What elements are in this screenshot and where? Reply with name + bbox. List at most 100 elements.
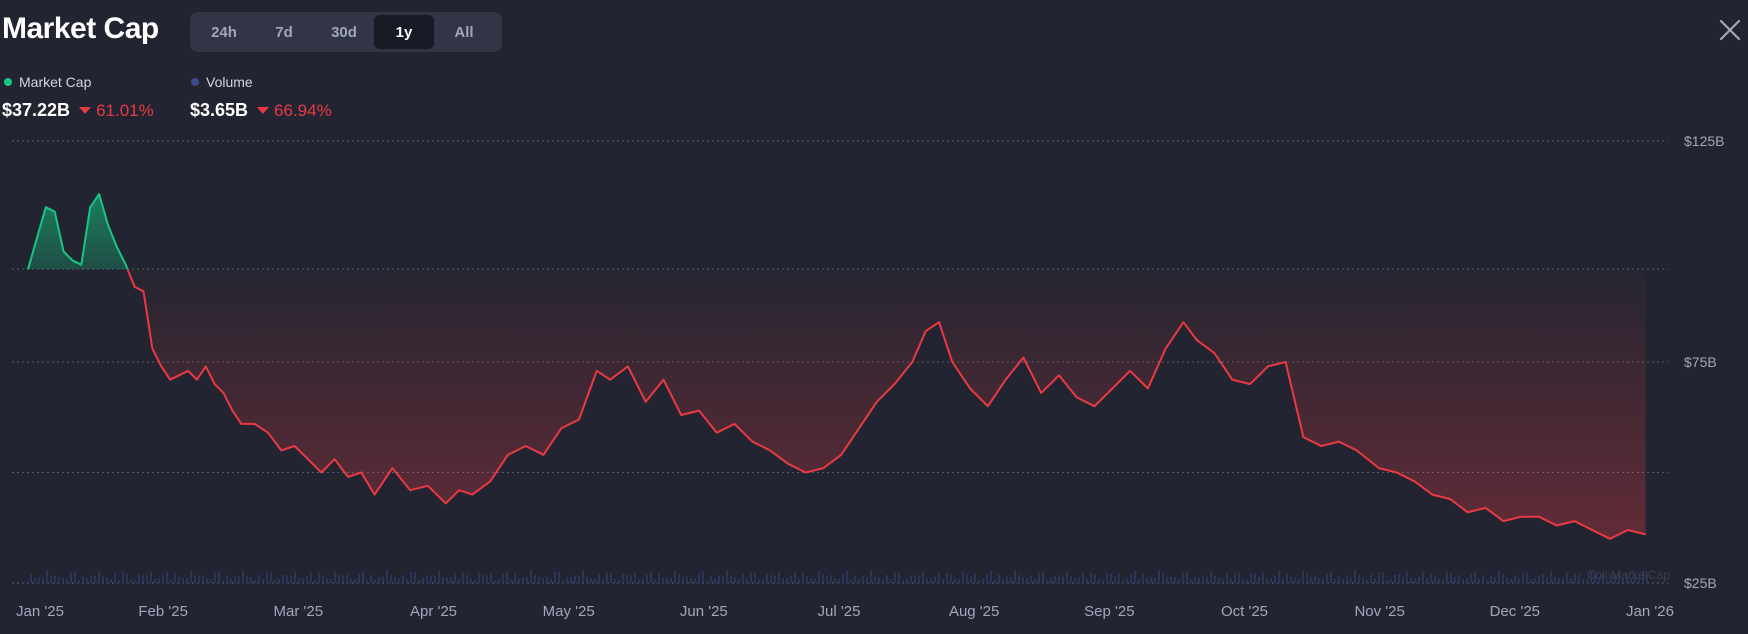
data-point [107,224,109,226]
volume-bar [1214,575,1216,583]
volume-bar [918,576,920,583]
volume-bar [1182,572,1184,583]
data-point [1378,467,1380,469]
volume-bar [1138,578,1140,583]
volume-bar [1530,579,1532,583]
volume-bar [1542,574,1544,583]
volume-bar [342,575,344,583]
data-point [1356,450,1358,452]
x-tick-label: Oct '25 [1221,603,1268,620]
data-point [769,450,771,452]
data-point [427,485,429,487]
volume-bar [750,571,752,583]
volume-bar [798,578,800,583]
volume-bar [442,577,444,583]
volume-bar [214,572,216,583]
volume-bar [474,579,476,583]
data-point [169,379,171,381]
volume-bar [106,577,108,583]
volume-bar [1546,576,1548,583]
volume-bar [262,579,264,583]
volume-bar [610,573,612,583]
volume-bar [730,575,732,583]
volume-bar [186,577,188,583]
volume-bar [930,577,932,583]
volume-bar [1370,574,1372,583]
volume-bar [1238,573,1240,583]
data-point [241,423,243,425]
data-point [1503,520,1505,522]
data-point [1076,397,1078,399]
data-point [134,286,136,288]
volume-bar [1026,577,1028,583]
volume-bar [1526,571,1528,583]
volume-bar [850,579,852,583]
data-point [161,366,163,368]
volume-bar [998,574,1000,583]
volume-bar [1450,573,1452,583]
volume-bar [1190,579,1192,583]
volume-bar [114,574,116,583]
volume-bar [874,574,876,583]
volume-bar [254,579,256,583]
data-point [187,370,189,372]
data-point [45,207,47,209]
volume-bar [1322,578,1324,583]
volume-bar [470,578,472,583]
data-point [27,268,29,270]
data-point [307,458,309,460]
volume-bar [1226,573,1228,583]
volume-bar [1510,578,1512,583]
data-point [1023,357,1025,359]
volume-bar [1338,576,1340,583]
volume-bar [718,575,720,583]
volume-bar [1018,574,1020,583]
volume-bar [1318,577,1320,583]
data-point [894,383,896,385]
data-point [752,441,754,443]
data-point [81,264,83,266]
volume-bar [410,571,412,583]
volume-bar [374,579,376,583]
volume-bar [1498,570,1500,583]
volume-bar [202,575,204,583]
volume-bar [1390,578,1392,583]
data-point [445,503,447,505]
data-point [178,375,180,377]
volume-bar [70,571,72,583]
volume-bar [1178,578,1180,583]
volume-bar [510,579,512,583]
volume-bar [962,571,964,583]
volume-bar [1470,573,1472,583]
volume-bar [458,579,460,583]
volume-bar [194,574,196,583]
volume-bar [78,579,80,583]
volume-bar [1426,578,1428,583]
volume-bar [378,576,380,583]
volume-bar [706,579,708,583]
x-tick-label: Jan '25 [16,603,64,620]
volume-bar [1446,571,1448,583]
volume-bar [1562,577,1564,583]
volume-bar [142,575,144,583]
volume-bar [1022,577,1024,583]
volume-bar [654,579,656,583]
data-point [1556,525,1558,527]
volume-bar [222,579,224,583]
volume-bar [666,577,668,583]
volume-bar [1218,577,1220,583]
volume-bar [38,577,40,583]
volume-bar [306,576,308,583]
volume-bar [1166,576,1168,583]
volume-bar [138,573,140,583]
volume-bar [1474,570,1476,583]
volume-bar [1090,572,1092,583]
data-point [1249,383,1251,385]
volume-bar [878,577,880,583]
volume-bar [942,578,944,583]
data-point [1538,516,1540,518]
volume-bar [154,578,156,583]
market-cap-chart[interactable]: $125B $75B $25B Jan '25 Feb '25 Mar '25 Apr '2… [0,0,1748,634]
volume-bar [178,576,180,583]
data-point [627,366,629,368]
